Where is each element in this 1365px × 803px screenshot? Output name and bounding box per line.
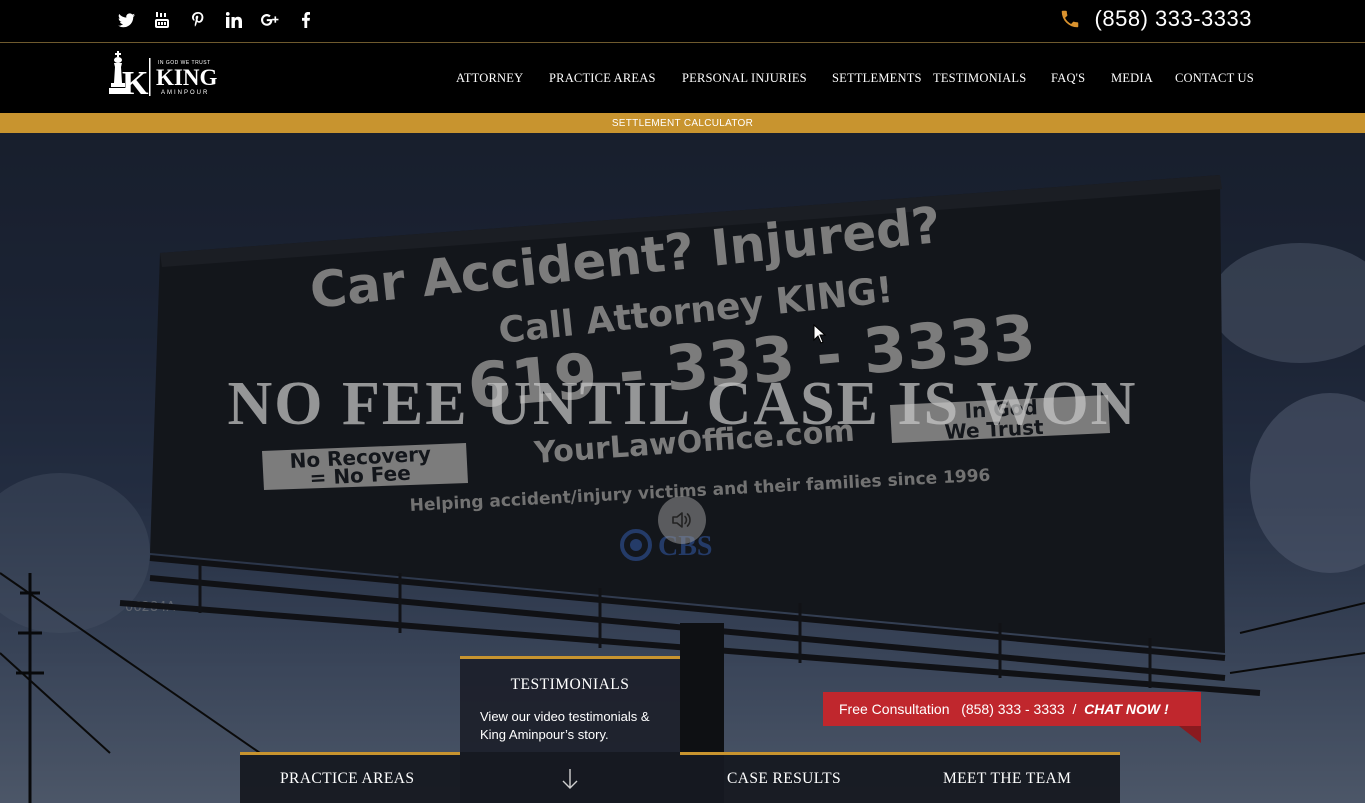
top-bar: (858) 333-3333 bbox=[0, 0, 1365, 43]
mouse-cursor-icon bbox=[813, 324, 827, 344]
nav-settlements[interactable]: SETTLEMENTS bbox=[832, 71, 922, 86]
bottom-tab-bar: PRACTICE AREAS CASE RESULTS MEET THE TEA… bbox=[240, 752, 1120, 803]
tab-testimonials-desc: View our video testimonials & King Aminp… bbox=[480, 709, 650, 742]
header-phone[interactable]: (858) 333-3333 bbox=[1059, 6, 1252, 32]
free-consultation-button[interactable]: Free Consultation (858) 333 - 3333 / CHA… bbox=[823, 692, 1201, 743]
main-navbar: K IN GOD WE TRUST KING AMINPOUR ATTORNEY… bbox=[0, 43, 1365, 113]
social-links bbox=[108, 8, 324, 32]
tab-meet-the-team[interactable]: MEET THE TEAM bbox=[943, 770, 1071, 788]
nav-testimonials[interactable]: TESTIMONIALS bbox=[933, 71, 1026, 86]
tab-practice-areas[interactable]: PRACTICE AREAS bbox=[280, 770, 414, 788]
nav-menu: ATTORNEY PRACTICE AREAS PERSONAL INJURIE… bbox=[0, 71, 1365, 91]
hero-headline: NO FEE UNTIL CASE IS WON bbox=[227, 370, 1138, 438]
ribbon-fold bbox=[1179, 726, 1201, 743]
phone-icon bbox=[1061, 10, 1078, 28]
consult-label: Free Consultation bbox=[839, 701, 950, 717]
tab-testimonials-title: TESTIMONIALS bbox=[510, 676, 630, 693]
settlement-calculator-link[interactable]: SETTLEMENT CALCULATOR bbox=[612, 118, 753, 129]
nav-faqs[interactable]: FAQ'S bbox=[1051, 71, 1085, 86]
facebook-icon[interactable] bbox=[288, 8, 324, 32]
hero-section: Car Accident? Injured? Call Attorney KIN… bbox=[0, 133, 1365, 803]
google-plus-icon[interactable] bbox=[252, 8, 288, 32]
nav-personal-injuries[interactable]: PERSONAL INJURIES bbox=[682, 71, 807, 86]
nav-practice-areas[interactable]: PRACTICE AREAS bbox=[549, 71, 656, 86]
settlement-calculator-bar[interactable]: SETTLEMENT CALCULATOR bbox=[0, 113, 1365, 133]
pinterest-icon[interactable] bbox=[180, 8, 216, 32]
tab-accent-right bbox=[680, 752, 1120, 755]
tab-accent-left bbox=[240, 752, 460, 755]
phone-number[interactable]: (858) 333-3333 bbox=[1095, 6, 1252, 32]
linkedin-icon[interactable] bbox=[216, 8, 252, 32]
youtube-icon[interactable] bbox=[144, 8, 180, 32]
sound-toggle-button[interactable] bbox=[658, 496, 706, 544]
nav-attorney[interactable]: ATTORNEY bbox=[456, 71, 523, 86]
twitter-icon[interactable] bbox=[108, 8, 144, 32]
arrow-down-icon[interactable] bbox=[562, 768, 578, 790]
nav-contact-us[interactable]: CONTACT US bbox=[1175, 71, 1254, 86]
nav-media[interactable]: MEDIA bbox=[1111, 71, 1153, 86]
consult-text: Free Consultation (858) 333 - 3333 / CHA… bbox=[839, 701, 1169, 717]
consult-phone: (858) 333 - 3333 bbox=[961, 701, 1065, 717]
speaker-icon bbox=[672, 512, 691, 528]
tab-case-results[interactable]: CASE RESULTS bbox=[727, 770, 841, 788]
consult-separator: / bbox=[1072, 701, 1077, 717]
chat-now-label: CHAT NOW ! bbox=[1084, 701, 1169, 717]
